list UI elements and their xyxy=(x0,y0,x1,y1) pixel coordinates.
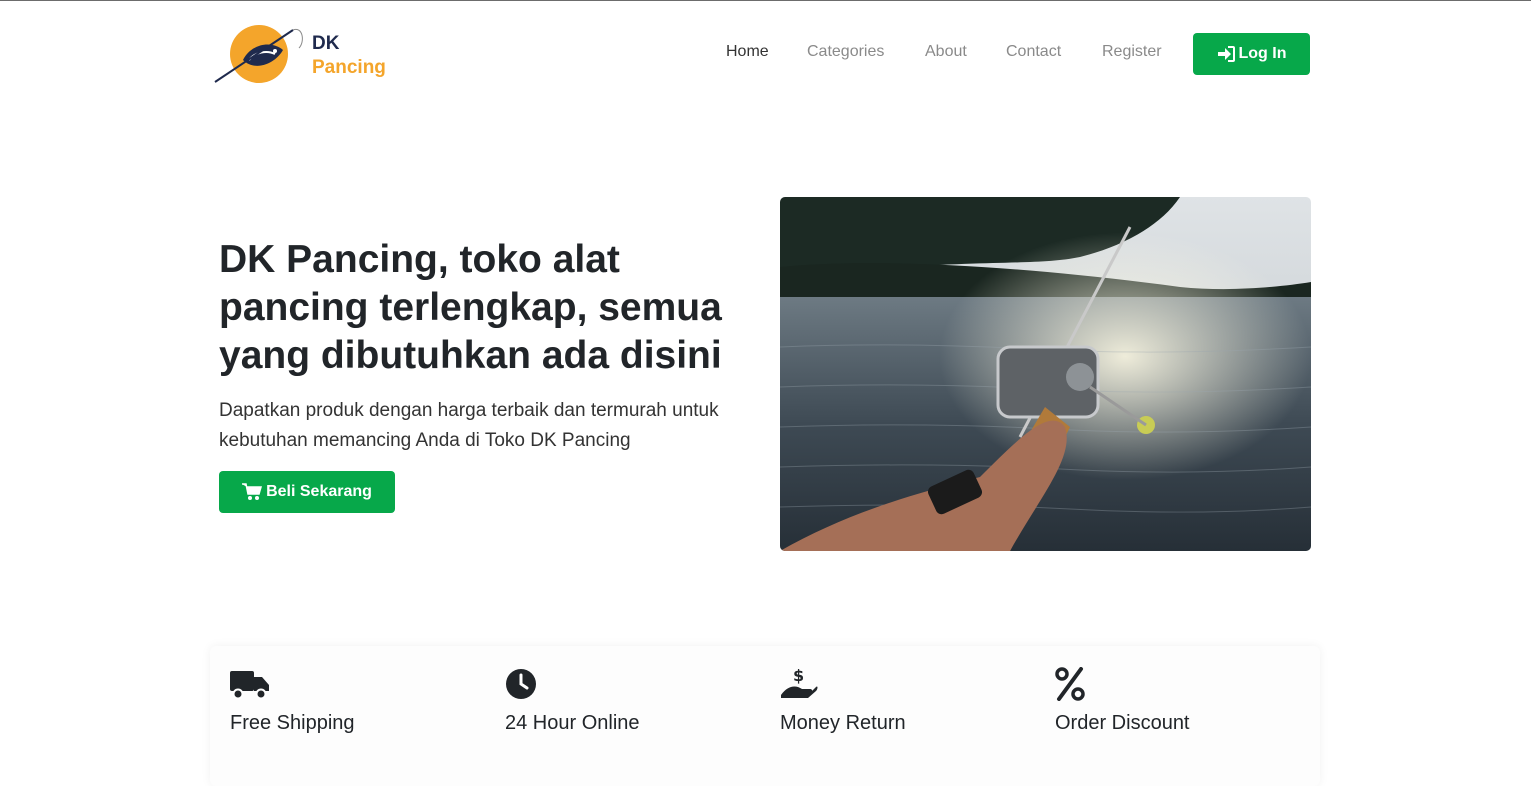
nav-item-home[interactable]: Home xyxy=(726,43,769,61)
feature-title: Free Shipping xyxy=(230,712,355,734)
nav-item-categories[interactable]: Categories xyxy=(807,43,884,61)
clock-icon xyxy=(506,669,536,699)
fishing-rod-fish-logo-icon xyxy=(214,25,303,83)
nav-item-register[interactable]: Register xyxy=(1102,43,1162,61)
nav-item-about[interactable]: About xyxy=(925,43,967,61)
brand-name: DK Pancing xyxy=(312,32,386,80)
features-strip: Free Shipping 24 Hour Online $ Money Ret… xyxy=(210,646,1320,786)
svg-text:$: $ xyxy=(793,667,804,685)
brand-line-2: Pancing xyxy=(312,57,386,78)
feature-title: Money Return xyxy=(780,712,906,734)
top-border xyxy=(0,0,1531,1)
hero-subtitle: Dapatkan produk dengan harga terbaik dan… xyxy=(219,400,719,451)
sign-in-icon xyxy=(1217,46,1235,62)
brand-logo[interactable]: DK Pancing xyxy=(213,22,403,86)
login-button[interactable]: Log In xyxy=(1193,33,1310,75)
percent-icon xyxy=(1055,667,1085,701)
buy-now-button[interactable]: Beli Sekarang xyxy=(219,471,395,513)
feature-free-shipping: Free Shipping xyxy=(230,666,490,735)
hero-image xyxy=(780,197,1311,551)
hero-title: DK Pancing, toko alat pancing terlengkap… xyxy=(219,238,722,377)
cart-icon xyxy=(242,483,263,500)
login-label: Log In xyxy=(1238,45,1287,62)
nav-item-contact[interactable]: Contact xyxy=(1006,43,1061,61)
truck-icon xyxy=(230,671,269,700)
brand-line-1: DK xyxy=(312,33,340,54)
feature-order-discount: Order Discount xyxy=(1055,666,1315,735)
feature-title: Order Discount xyxy=(1055,712,1190,734)
fishing-reel-photo xyxy=(780,197,1311,551)
feature-24-hour-online: 24 Hour Online xyxy=(505,666,765,735)
feature-title: 24 Hour Online xyxy=(505,712,640,734)
feature-money-return: $ Money Return xyxy=(780,666,1040,735)
buy-now-label: Beli Sekarang xyxy=(266,483,372,500)
money-hand-icon: $ xyxy=(781,667,818,698)
